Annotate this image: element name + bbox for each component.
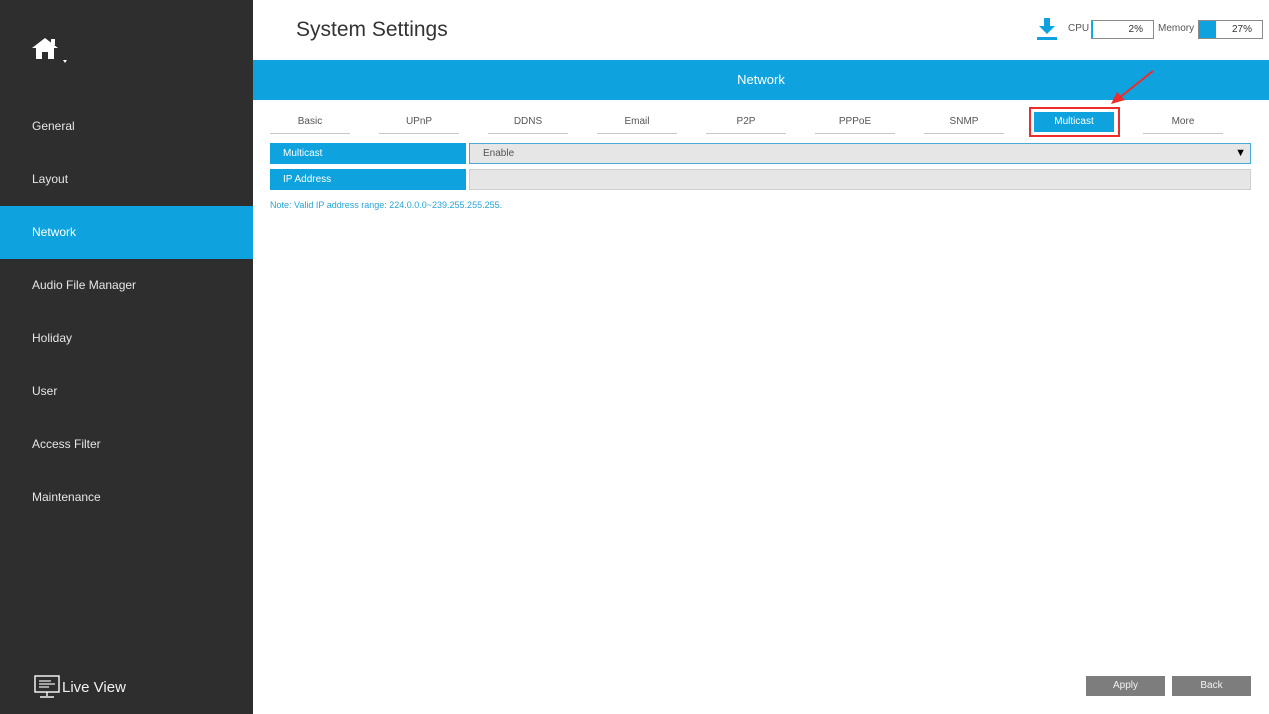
download-button[interactable] [1036,17,1058,41]
multicast-select-value: Enable [483,148,515,159]
ip-address-label: IP Address [270,169,466,190]
sidebar-item-label: Holiday [32,331,73,345]
sidebar-item-label: Audio File Manager [32,278,137,292]
sidebar-item-label: Access Filter [32,437,101,451]
tab-pppoe[interactable]: PPPoE [815,110,895,134]
multicast-select[interactable]: Enable ▼ [469,143,1251,164]
tab-more[interactable]: More [1143,110,1223,134]
cpu-usage-bar: 2% [1091,20,1154,39]
tab-highlight-box [1029,107,1120,137]
sidebar-item-user[interactable]: User [0,365,253,418]
sidebar-item-maintenance[interactable]: Maintenance [0,471,253,524]
tab-upnp[interactable]: UPnP [379,110,459,134]
dropdown-caret-icon: ▼ [1235,147,1246,159]
tab-p2p[interactable]: P2P [706,110,786,134]
sidebar-item-access-filter[interactable]: Access Filter [0,418,253,471]
download-icon [1037,18,1057,40]
sidebar-item-holiday[interactable]: Holiday [0,312,253,365]
home-button[interactable] [31,36,75,66]
tab-snmp[interactable]: SNMP [924,110,1004,134]
sidebar-item-layout[interactable]: Layout [0,153,253,206]
ip-range-note: Note: Valid IP address range: 224.0.0.0~… [270,200,503,210]
sidebar-item-label: General [32,119,75,133]
sidebar-nav: General Layout Network Audio File Manage… [0,100,253,524]
memory-label: Memory [1158,23,1195,34]
annotation-arrow-icon [1111,70,1154,104]
cpu-value: 2% [1128,24,1143,35]
system-settings-page: General Layout Network Audio File Manage… [0,0,1269,714]
memory-usage-bar: 27% [1198,20,1263,39]
sidebar-item-general[interactable]: General [0,100,253,153]
tab-ddns[interactable]: DDNS [488,110,568,134]
sidebar-item-label: Network [32,225,77,239]
multicast-label: Multicast [270,143,466,164]
section-title: Network [737,72,785,87]
memory-usage-fill [1199,21,1216,38]
live-view-label: Live View [62,678,126,696]
sidebar-item-audio-file-manager[interactable]: Audio File Manager [0,259,253,312]
memory-value: 27% [1231,24,1252,35]
page-title: System Settings [296,18,448,41]
apply-button[interactable]: Apply [1086,676,1165,696]
monitor-icon [34,675,60,698]
sidebar-item-network[interactable]: Network [0,206,253,259]
cpu-usage-fill [1092,21,1093,38]
live-view-button[interactable]: Live View [34,674,126,700]
sidebar: General Layout Network Audio File Manage… [0,0,253,714]
cpu-label: CPU [1068,23,1090,34]
home-icon [32,38,67,63]
sidebar-item-label: Layout [32,172,69,186]
sidebar-item-label: User [32,384,58,398]
sidebar-item-label: Maintenance [32,490,101,504]
tab-basic[interactable]: Basic [270,110,350,134]
back-button[interactable]: Back [1172,676,1251,696]
tab-email[interactable]: Email [597,110,677,134]
ip-address-input[interactable] [469,169,1251,190]
